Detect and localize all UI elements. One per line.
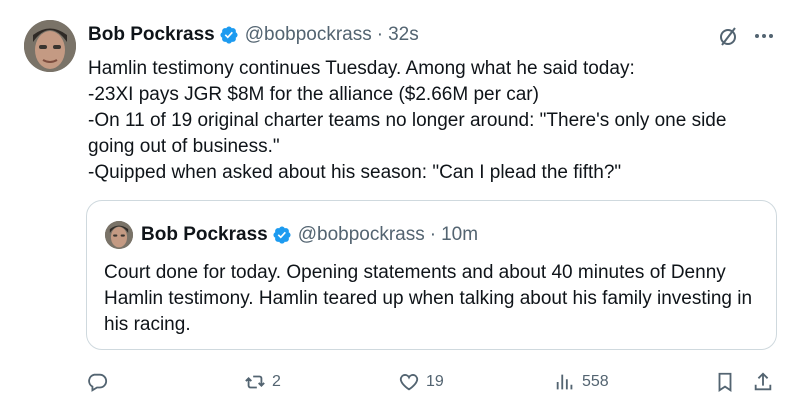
bookmark-button[interactable] [714, 370, 736, 394]
quoted-author-handle: @bobpockrass [297, 224, 425, 245]
author-avatar[interactable] [24, 20, 76, 72]
quoted-tweet-text: Court done for today. Opening statements… [104, 262, 753, 335]
reply-button[interactable] [86, 370, 114, 394]
tweet-text-line: -On 11 of 19 original charter teams no l… [88, 110, 727, 157]
reply-icon [86, 371, 108, 393]
quoted-tweet-timestamp: 10m [441, 224, 479, 245]
author-handle[interactable]: @bobpockrass [245, 24, 372, 46]
tweet-text: Hamlin testimony continues Tuesday. Amon… [88, 56, 788, 186]
views-count: 558 [582, 373, 609, 390]
separator-dot: · [376, 24, 384, 45]
share-icon [752, 371, 774, 393]
quoted-tweet[interactable]: Bob Pockrass @bobpockrass · 10m Court do… [86, 200, 777, 350]
tweet: Bob Pockrass @bobpockrass · 32s Hamlin t… [0, 0, 800, 414]
tweet-text-line: -23XI pays JGR $8M for the alliance ($2.… [88, 84, 539, 105]
quoted-author-name: Bob Pockrass [141, 224, 268, 245]
tweet-text-line: Hamlin testimony continues Tuesday. Amon… [88, 58, 635, 79]
tweet-header: Bob Pockrass @bobpockrass · 32s [88, 22, 419, 48]
like-count: 19 [426, 373, 444, 390]
views-icon [554, 371, 576, 393]
share-button[interactable] [752, 370, 774, 394]
author-name[interactable]: Bob Pockrass [88, 24, 215, 46]
repost-count: 2 [272, 373, 281, 390]
verified-badge-icon [219, 25, 239, 45]
grok-icon[interactable] [716, 24, 740, 48]
views-button[interactable]: 558 [554, 370, 609, 394]
action-bar: 2 19 558 [0, 366, 800, 398]
bookmark-icon [714, 371, 736, 393]
tweet-timestamp[interactable]: 32s [388, 24, 419, 46]
quoted-author-avatar[interactable] [105, 221, 133, 249]
like-button[interactable]: 19 [398, 370, 444, 394]
heart-icon [398, 371, 420, 393]
more-icon[interactable] [752, 24, 776, 48]
tweet-text-line: -Quipped when asked about his season: "C… [88, 162, 622, 183]
repost-icon [244, 371, 266, 393]
verified-badge-icon [272, 225, 292, 245]
quoted-tweet-header: Bob Pockrass @bobpockrass · 10m [141, 221, 478, 249]
repost-button[interactable]: 2 [244, 370, 281, 394]
separator-dot: · [429, 224, 437, 245]
